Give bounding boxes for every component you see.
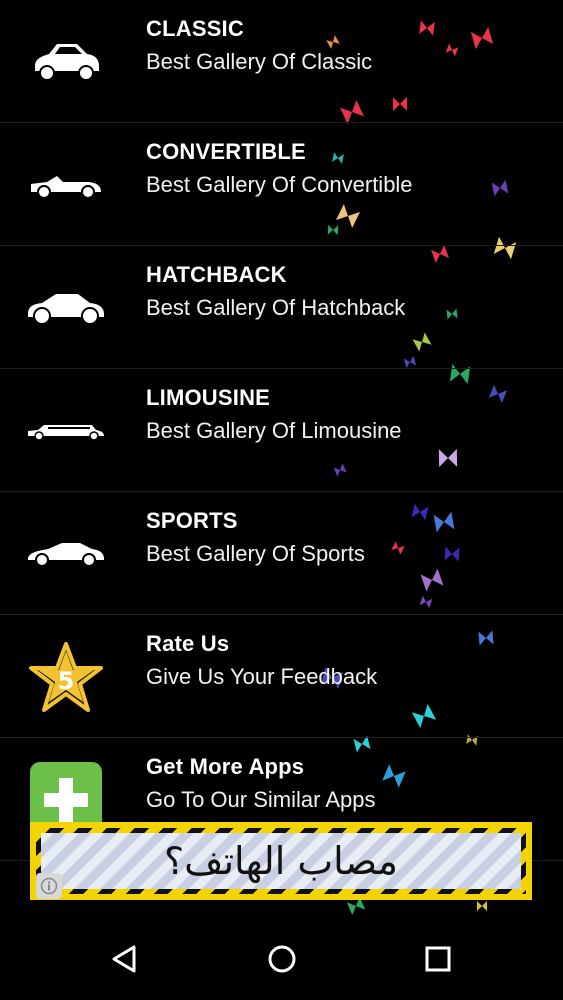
hatchback-car-icon [26, 270, 106, 346]
menu-item-subtitle: Go To Our Similar Apps [146, 787, 376, 812]
sports-car-icon [26, 516, 106, 592]
menu-item-subtitle: Best Gallery Of Limousine [146, 418, 402, 443]
menu-item-title: LIMOUSINE [146, 385, 271, 410]
limousine-car-icon [26, 393, 106, 469]
menu-item-title: Get More Apps [146, 754, 305, 779]
menu-item-classic[interactable]: CLASSIC Best Gallery Of Classic [0, 0, 563, 123]
convertible-car-icon [26, 147, 106, 223]
classic-car-icon [26, 24, 106, 100]
recents-square-icon[interactable] [416, 937, 460, 981]
menu-item-subtitle: Best Gallery Of Classic [146, 49, 373, 74]
menu-item-rate-us[interactable]: 5 Rate Us Give Us Your Feedback [0, 615, 563, 738]
ad-banner-text: مصاب الهاتف؟ [163, 839, 399, 883]
ad-banner-content: مصاب الهاتف؟ [41, 833, 521, 889]
menu-item-title: Rate Us [146, 631, 230, 656]
gallery-menu-list: CLASSIC Best Gallery Of Classic CONVERTI… [0, 0, 563, 861]
back-triangle-icon[interactable] [103, 937, 147, 981]
menu-item-title: HATCHBACK [146, 262, 287, 287]
menu-item-limousine[interactable]: LIMOUSINE Best Gallery Of Limousine [0, 369, 563, 492]
ad-banner[interactable]: مصاب الهاتف؟ [30, 822, 532, 900]
menu-item-title: CLASSIC [146, 16, 244, 41]
butterfly-decoration [477, 901, 487, 911]
menu-item-subtitle: Best Gallery Of Sports [146, 541, 365, 566]
android-navigation-bar [0, 915, 563, 1000]
menu-item-title: CONVERTIBLE [146, 139, 306, 164]
menu-item-sports[interactable]: SPORTS Best Gallery Of Sports [0, 492, 563, 615]
home-circle-icon[interactable] [260, 937, 304, 981]
menu-item-subtitle: Best Gallery Of Hatchback [146, 295, 406, 320]
menu-item-subtitle: Best Gallery Of Convertible [146, 172, 413, 197]
menu-item-convertible[interactable]: CONVERTIBLE Best Gallery Of Convertible [0, 123, 563, 246]
svg-text:5: 5 [58, 667, 75, 695]
menu-item-hatchback[interactable]: HATCHBACK Best Gallery Of Hatchback [0, 246, 563, 369]
star-five-icon: 5 [26, 639, 106, 715]
menu-item-title: SPORTS [146, 508, 238, 533]
info-icon[interactable] [36, 873, 62, 899]
menu-item-subtitle: Give Us Your Feedback [146, 664, 378, 689]
